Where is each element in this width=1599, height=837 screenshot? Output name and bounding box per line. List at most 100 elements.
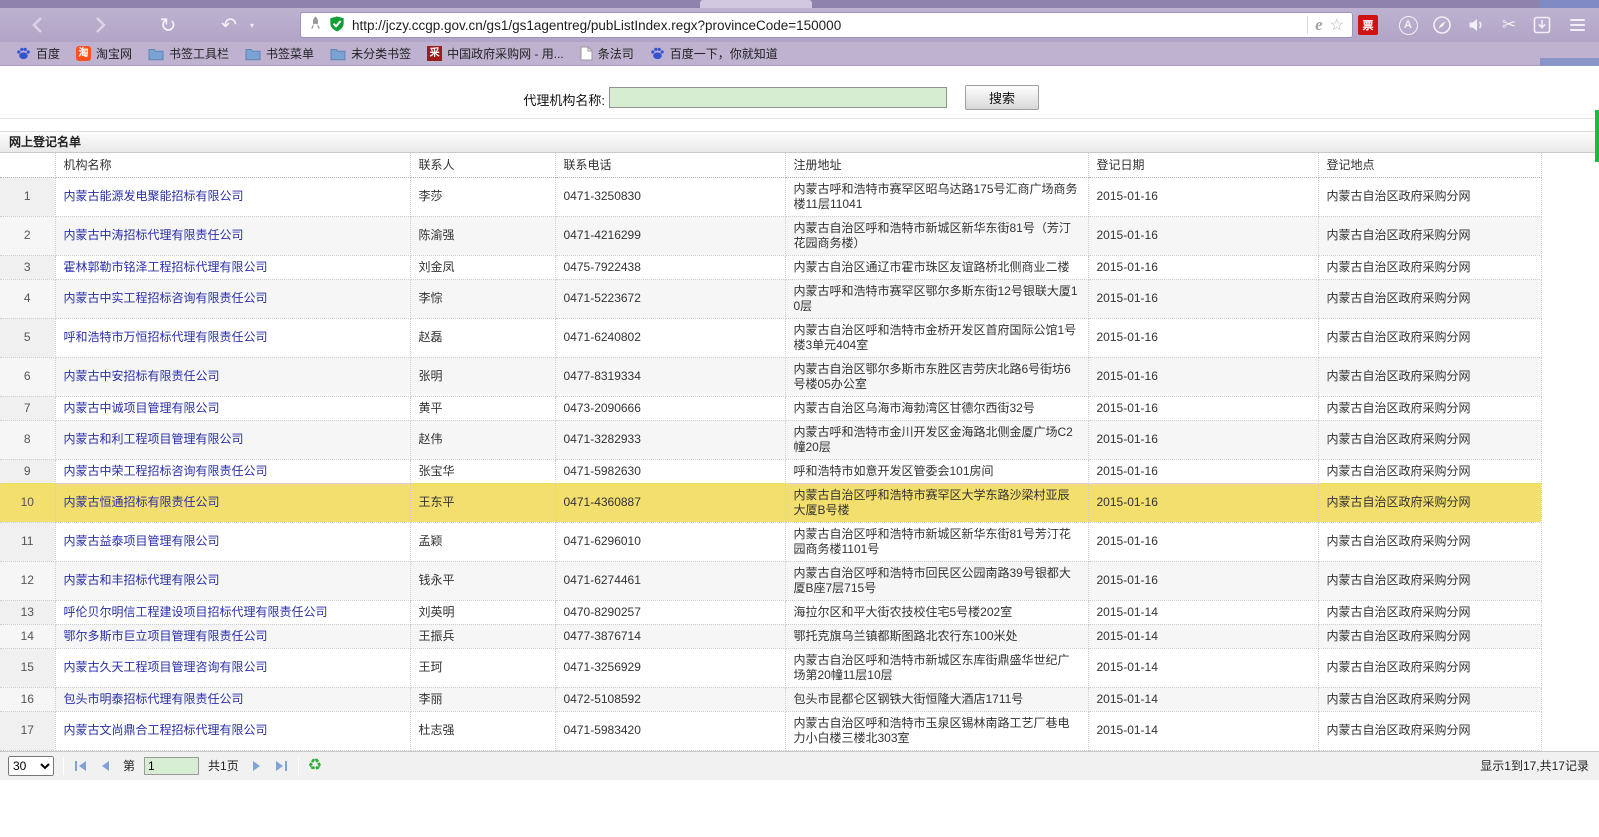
- reader-mode-icon[interactable]: A: [1398, 15, 1418, 35]
- undo-dropdown-caret-icon[interactable]: ▾: [246, 8, 258, 42]
- bookmarks-bar: 百度淘淘宝网书签工具栏书签菜单未分类书签采中国政府采购网 - 用...条法司百度…: [0, 42, 1599, 66]
- agency-link[interactable]: 内蒙古中涛招标代理有限责任公司: [64, 228, 244, 242]
- page-size-select[interactable]: 30: [8, 756, 54, 776]
- cell-phone: 0471-3282933: [555, 420, 785, 459]
- cell-name: 鄂尔多斯市巨立项目管理有限责任公司: [55, 624, 410, 648]
- cell-phone: 0471-3256929: [555, 648, 785, 687]
- url-text: http://jczy.ccgp.gov.cn/gs1/gs1agentreg/…: [352, 18, 841, 33]
- address-bar[interactable]: http://jczy.ccgp.gov.cn/gs1/gs1agentreg/…: [300, 12, 1353, 38]
- agency-link[interactable]: 内蒙古中实工程招标咨询有限责任公司: [64, 291, 268, 305]
- menu-icon[interactable]: [1567, 15, 1587, 35]
- agency-link[interactable]: 内蒙古和利工程项目管理有限公司: [64, 432, 244, 446]
- browser-window: ↻ ↶ ▾ http://jczy.ccgp.gov.cn/gs1/gs1age…: [0, 0, 1599, 837]
- page-number-input[interactable]: [144, 757, 199, 775]
- agency-link[interactable]: 霍林郭勒市铭泽工程招标代理有限公司: [64, 260, 268, 274]
- cell-name: 内蒙古中安招标有限责任公司: [55, 357, 410, 396]
- ie-compat-icon[interactable]: e: [1315, 15, 1323, 35]
- agency-link[interactable]: 内蒙古中荣工程招标咨询有限责任公司: [64, 464, 268, 478]
- cell-addr: 内蒙古呼和浩特市金川开发区金海路北侧金厦广场C2幢20层: [785, 420, 1088, 459]
- agency-link[interactable]: 内蒙古文尚鼎合工程招标代理有限公司: [64, 723, 268, 737]
- agency-link[interactable]: 内蒙古中安招标有限责任公司: [64, 369, 220, 383]
- cell-date: 2015-01-16: [1088, 459, 1318, 483]
- cell-phone: 0473-2090666: [555, 396, 785, 420]
- folder-icon: [245, 47, 261, 61]
- agency-name-input[interactable]: [609, 87, 947, 108]
- cell-name: 内蒙古能源发电聚能招标有限公司: [55, 177, 410, 216]
- agency-link[interactable]: 鄂尔多斯市巨立项目管理有限责任公司: [64, 629, 268, 643]
- taobao-icon: 淘: [76, 46, 91, 61]
- cell-num: 6: [0, 357, 55, 396]
- cell-name: 内蒙古中实工程招标咨询有限责任公司: [55, 279, 410, 318]
- folder-icon: [148, 47, 164, 61]
- table-row: 7内蒙古中诚项目管理有限公司黄平0473-2090666内蒙古自治区乌海市海勃湾…: [0, 396, 1541, 420]
- agency-link[interactable]: 呼伦贝尔明信工程建设项目招标代理有限责任公司: [64, 605, 328, 619]
- cell-num: 1: [0, 177, 55, 216]
- cell-addr: 包头市昆都仑区钢铁大街恒隆大酒店1711号: [785, 687, 1088, 711]
- ccgp-icon: 采: [427, 46, 442, 61]
- agency-link[interactable]: 内蒙古久天工程项目管理咨询有限公司: [64, 660, 268, 674]
- page-scrollbar[interactable]: [1595, 110, 1599, 162]
- agency-link[interactable]: 包头市明泰招标代理有限责任公司: [64, 692, 244, 706]
- cell-num: 12: [0, 561, 55, 600]
- speaker-icon[interactable]: [1466, 15, 1486, 35]
- cell-site: 内蒙古自治区政府采购分网: [1318, 687, 1541, 711]
- scissors-icon[interactable]: ✂: [1499, 15, 1519, 35]
- agency-link[interactable]: 内蒙古恒通招标有限责任公司: [64, 495, 220, 509]
- active-tab[interactable]: [700, 0, 812, 8]
- agency-link[interactable]: 呼和浩特市万恒招标代理有限责任公司: [64, 330, 268, 344]
- agency-link[interactable]: 内蒙古中诚项目管理有限公司: [64, 401, 220, 415]
- undo-icon[interactable]: ↶: [214, 8, 244, 42]
- bookmark-item[interactable]: 书签工具栏: [140, 43, 237, 64]
- last-page-icon[interactable]: [273, 759, 289, 773]
- cell-site: 内蒙古自治区政府采购分网: [1318, 648, 1541, 687]
- cell-phone: 0471-4216299: [555, 216, 785, 255]
- back-icon[interactable]: [18, 8, 58, 42]
- prev-page-icon[interactable]: [98, 759, 114, 773]
- bookmark-item[interactable]: 百度: [8, 43, 68, 64]
- total-pages-label: 共1页: [208, 757, 239, 774]
- agency-name-label: 代理机构名称:: [447, 90, 605, 109]
- cell-addr: 海拉尔区和平大街农技校住宅5号楼202室: [785, 600, 1088, 624]
- cell-name: 霍林郭勒市铭泽工程招标代理有限公司: [55, 255, 410, 279]
- reload-icon[interactable]: ♻: [308, 758, 322, 774]
- bookmark-item[interactable]: 淘淘宝网: [68, 43, 140, 64]
- refresh-icon[interactable]: ↻: [150, 8, 186, 42]
- compass-icon[interactable]: [1432, 15, 1452, 35]
- cell-phone: 0471-4360887: [555, 483, 785, 522]
- agency-link[interactable]: 内蒙古能源发电聚能招标有限公司: [64, 189, 244, 203]
- next-page-icon[interactable]: [248, 759, 264, 773]
- col-contact: 联系人: [410, 153, 555, 177]
- agency-link[interactable]: 内蒙古益泰项目管理有限公司: [64, 534, 220, 548]
- cell-site: 内蒙古自治区政府采购分网: [1318, 357, 1541, 396]
- cell-addr: 内蒙古自治区通辽市霍市珠区友谊路桥北侧商业二楼: [785, 255, 1088, 279]
- cell-contact: 刘英明: [410, 600, 555, 624]
- bookmark-label: 中国政府采购网 - 用...: [447, 45, 564, 62]
- cell-date: 2015-01-16: [1088, 279, 1318, 318]
- cell-name: 呼和浩特市万恒招标代理有限责任公司: [55, 318, 410, 357]
- bookmark-item[interactable]: 采中国政府采购网 - 用...: [419, 43, 572, 64]
- col-phone: 联系电话: [555, 153, 785, 177]
- search-button[interactable]: 搜索: [965, 85, 1039, 110]
- bookmark-star-icon[interactable]: ☆: [1330, 15, 1344, 35]
- cell-name: 内蒙古恒通招标有限责任公司: [55, 483, 410, 522]
- agency-link[interactable]: 内蒙古和丰招标代理有限公司: [64, 573, 220, 587]
- navigation-bar: ↻ ↶ ▾ http://jczy.ccgp.gov.cn/gs1/gs1age…: [0, 8, 1599, 42]
- cell-num: 15: [0, 648, 55, 687]
- first-page-icon[interactable]: [73, 759, 89, 773]
- cell-phone: 0472-5108592: [555, 687, 785, 711]
- bookmark-item[interactable]: 未分类书签: [322, 43, 419, 64]
- cell-name: 内蒙古文尚鼎合工程招标代理有限公司: [55, 711, 410, 750]
- registry-table-body: 1内蒙古能源发电聚能招标有限公司李莎0471-3250830内蒙古呼和浩特市赛罕…: [0, 177, 1541, 750]
- ticket-badge-icon[interactable]: 票: [1358, 15, 1378, 35]
- bookmark-item[interactable]: 条法司: [572, 43, 642, 64]
- table-row: 8内蒙古和利工程项目管理有限公司赵伟0471-3282933内蒙古呼和浩特市金川…: [0, 420, 1541, 459]
- cell-date: 2015-01-16: [1088, 216, 1318, 255]
- col-address: 注册地址: [785, 153, 1088, 177]
- forward-icon[interactable]: [80, 8, 120, 42]
- bookmark-item[interactable]: 百度一下，你就知道: [642, 43, 786, 64]
- download-icon[interactable]: [1532, 15, 1552, 35]
- cell-site: 内蒙古自治区政府采购分网: [1318, 318, 1541, 357]
- cell-site: 内蒙古自治区政府采购分网: [1318, 561, 1541, 600]
- bookmark-item[interactable]: 书签菜单: [237, 43, 322, 64]
- security-shield-icon[interactable]: [329, 15, 345, 36]
